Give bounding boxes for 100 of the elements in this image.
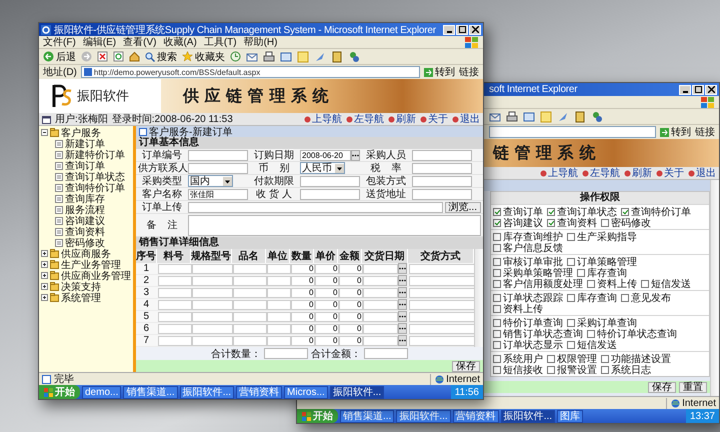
unit-field[interactable] [266, 324, 290, 334]
minimize-button[interactable] [443, 24, 455, 34]
permission-checkbox[interactable]: 查询订单状态 [547, 206, 617, 217]
permission-checkbox[interactable]: 采购单策略管理 [493, 267, 573, 278]
tree-item[interactable]: 新建特价订单 [65, 148, 125, 162]
part-number-field[interactable] [158, 324, 192, 334]
tree-item[interactable]: 生产业务管理 [61, 258, 121, 272]
expand-toggle[interactable] [41, 129, 48, 136]
history-icon[interactable] [230, 51, 241, 62]
tree-item[interactable]: 查询特价订单 [65, 180, 125, 194]
book-icon[interactable] [331, 50, 343, 62]
spec-field[interactable] [192, 300, 232, 310]
tree-item[interactable]: 供应商业务管理 [61, 268, 131, 282]
price-field[interactable]: 0 [314, 264, 338, 274]
unit-field[interactable] [266, 288, 290, 298]
permission-checkbox[interactable]: 咨询建议 [493, 217, 543, 228]
price-field[interactable]: 0 [314, 300, 338, 310]
expand-toggle[interactable] [41, 272, 48, 279]
permission-checkbox[interactable]: 特价订单查询 [493, 317, 563, 328]
delivery-date-field[interactable] [362, 324, 398, 334]
links-label[interactable]: 链接 [459, 65, 479, 79]
taskbar-button[interactable]: 振阳软件... [500, 410, 556, 422]
total-quantity-field[interactable] [264, 348, 308, 359]
tree-item[interactable]: 查询资料 [65, 224, 105, 238]
delivery-method-field[interactable] [408, 300, 474, 310]
nav-link[interactable]: 刷新 [624, 166, 652, 180]
browse-button[interactable]: 浏览... [444, 202, 481, 212]
forward-icon[interactable] [81, 51, 92, 62]
tree-item[interactable]: 查询订单 [65, 158, 105, 172]
expand-toggle[interactable] [41, 261, 48, 268]
amount-field[interactable]: 0 [338, 336, 362, 346]
nav-link[interactable]: 退出 [688, 166, 716, 180]
date-picker-button[interactable] [398, 299, 406, 310]
total-amount-field[interactable] [364, 348, 408, 359]
menu-item[interactable]: 文件(F) [43, 35, 76, 49]
permission-checkbox[interactable]: 查询资料 [547, 217, 597, 228]
permission-checkbox[interactable]: 客户信息反馈 [493, 242, 563, 253]
links-label[interactable]: 链接 [695, 125, 715, 139]
expand-toggle[interactable] [41, 250, 48, 257]
quantity-field[interactable]: 0 [290, 336, 314, 346]
delivery-date-field[interactable] [362, 276, 398, 286]
nav-link[interactable]: 刷新 [388, 112, 416, 126]
permission-checkbox[interactable]: 查询特价订单 [621, 206, 691, 217]
part-number-field[interactable] [158, 288, 192, 298]
taskbar-button[interactable]: 振阳软件... [180, 386, 234, 398]
permission-checkbox[interactable]: 短信接收 [493, 364, 543, 375]
permission-checkbox[interactable]: 订单策略管理 [567, 256, 637, 267]
mail-icon[interactable] [246, 50, 258, 62]
permission-checkbox[interactable]: 报警设置 [547, 364, 597, 375]
form-button[interactable]: 保存 [648, 382, 676, 392]
part-number-field[interactable] [158, 300, 192, 310]
spec-field[interactable] [192, 264, 232, 274]
date-picker-button[interactable] [398, 287, 406, 298]
dropdown[interactable]: 人民币 [300, 162, 345, 174]
amount-field[interactable]: 0 [338, 312, 362, 322]
minimize-button[interactable] [679, 84, 691, 94]
nav-link[interactable]: 左导航 [582, 166, 620, 180]
quantity-field[interactable]: 0 [290, 264, 314, 274]
price-field[interactable]: 0 [314, 276, 338, 286]
part-number-field[interactable] [158, 336, 192, 346]
permission-checkbox[interactable]: 审核订单审批 [493, 256, 563, 267]
print-icon[interactable] [263, 50, 275, 62]
home-icon[interactable] [129, 51, 140, 62]
tree-item[interactable]: 咨询建议 [65, 214, 105, 228]
close-button[interactable] [705, 84, 717, 94]
text-field[interactable] [412, 176, 472, 186]
product-name-field[interactable] [232, 264, 266, 274]
product-name-field[interactable] [232, 324, 266, 334]
tree-item[interactable]: 客户服务 [61, 126, 101, 140]
permission-checkbox[interactable]: 权限管理 [547, 353, 597, 364]
product-name-field[interactable] [232, 288, 266, 298]
quantity-field[interactable]: 0 [290, 276, 314, 286]
permission-checkbox[interactable]: 订单状态显示 [493, 339, 563, 350]
price-field[interactable]: 0 [314, 324, 338, 334]
permission-checkbox[interactable]: 库存查询 [567, 292, 617, 303]
permission-checkbox[interactable]: 生产采购指导 [567, 231, 637, 242]
product-name-field[interactable] [232, 336, 266, 346]
nav-link[interactable]: 关于 [420, 112, 448, 126]
menu-item[interactable]: 帮助(H) [244, 35, 278, 49]
nav-link[interactable]: 上导航 [540, 166, 578, 180]
product-name-field[interactable] [232, 276, 266, 286]
quantity-field[interactable]: 0 [290, 324, 314, 334]
quantity-field[interactable]: 0 [290, 288, 314, 298]
part-number-field[interactable] [158, 264, 192, 274]
delivery-method-field[interactable] [408, 264, 474, 274]
delivery-method-field[interactable] [408, 276, 474, 286]
maximize-button[interactable] [692, 84, 704, 94]
text-field[interactable] [188, 150, 248, 160]
tree-item[interactable]: 查询订单状态 [65, 170, 125, 184]
permission-checkbox[interactable]: 采购订单查询 [567, 317, 637, 328]
unit-field[interactable] [266, 264, 290, 274]
menu-item[interactable]: 收藏(A) [163, 35, 197, 49]
form-button[interactable]: 重置 [679, 382, 707, 392]
text-field[interactable] [412, 150, 472, 160]
text-field[interactable]: 张佳阳 [188, 188, 248, 200]
tree-item[interactable]: 系统管理 [61, 290, 101, 304]
nav-link[interactable]: 关于 [656, 166, 684, 180]
go-button[interactable]: 转到 [424, 65, 455, 79]
permission-checkbox[interactable]: 短信发送 [567, 339, 617, 350]
unit-field[interactable] [266, 312, 290, 322]
